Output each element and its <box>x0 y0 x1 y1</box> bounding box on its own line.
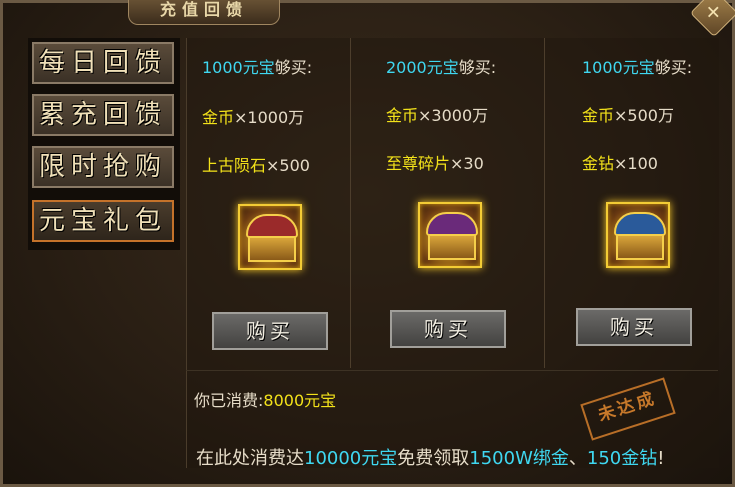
pack-reward: 金币×500万 <box>582 106 674 125</box>
divider <box>186 370 718 371</box>
buy-button[interactable]: 购买 <box>212 312 328 350</box>
pack-card-1: 1000元宝够买: 金币×1000万 上古陨石×500 购买 <box>186 38 352 368</box>
pack-reward: 金币×3000万 <box>386 106 489 125</box>
dialog-title: 充值回馈 <box>128 0 280 25</box>
sidebar-item-cumulative-rebate[interactable]: 累充回馈 <box>32 94 174 136</box>
pack-card-3: 1000元宝够买: 金币×500万 金钻×100 购买 <box>566 38 732 368</box>
sidebar: 每日回馈 累充回馈 限时抢购 元宝礼包 <box>28 38 180 250</box>
pack-price: 2000元宝够买: <box>386 58 497 77</box>
blue-treasure-chest-icon <box>606 202 670 268</box>
pack-reward: 上古陨石×500 <box>202 156 310 175</box>
close-icon: ✕ <box>706 2 722 24</box>
pack-reward: 金钻×100 <box>582 154 658 173</box>
purple-treasure-chest-icon <box>418 202 482 268</box>
buy-button[interactable]: 购买 <box>576 308 692 346</box>
red-treasure-chest-icon <box>238 204 302 270</box>
sidebar-item-ingot-pack[interactable]: 元宝礼包 <box>32 200 174 242</box>
buy-button[interactable]: 购买 <box>390 310 506 348</box>
pack-price: 1000元宝够买: <box>202 58 313 77</box>
column-divider <box>544 38 545 368</box>
sidebar-item-flash-sale[interactable]: 限时抢购 <box>32 146 174 188</box>
pack-reward: 至尊碎片×30 <box>386 154 484 173</box>
spent-amount: 你已消费:8000元宝 <box>194 391 337 410</box>
pack-reward: 金币×1000万 <box>202 108 305 127</box>
reward-condition-text: 在此处消费达10000元宝免费领取1500W绑金、150金钻! <box>196 448 665 469</box>
sidebar-item-daily-rebate[interactable]: 每日回馈 <box>32 42 174 84</box>
pack-price: 1000元宝够买: <box>582 58 693 77</box>
pack-card-2: 2000元宝够买: 金币×3000万 至尊碎片×30 购买 <box>370 38 536 368</box>
